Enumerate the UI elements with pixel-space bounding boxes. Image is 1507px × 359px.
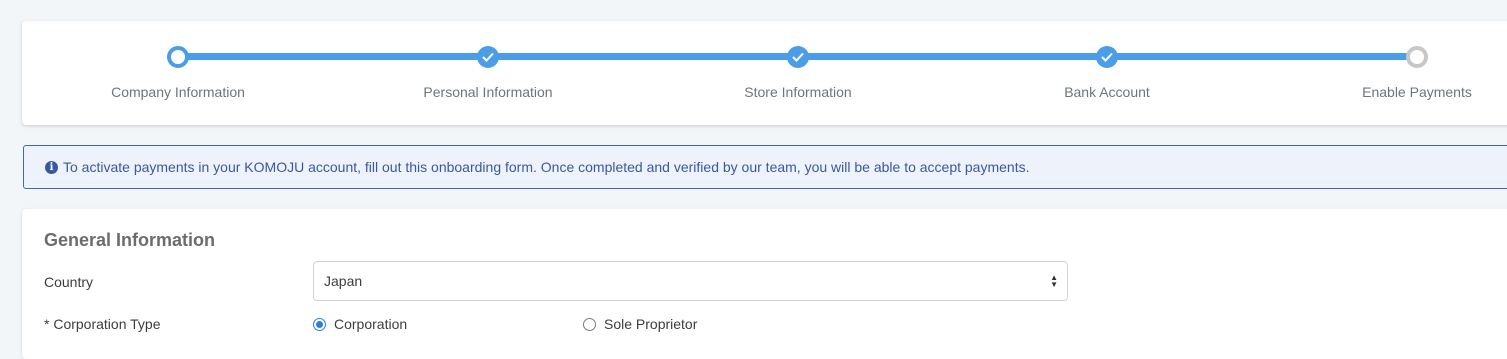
section-title: General Information xyxy=(44,230,216,250)
step-label: Enable Payments xyxy=(1362,84,1472,100)
notice-text: To activate payments in your KOMOJU acco… xyxy=(63,159,1030,175)
check-icon xyxy=(787,46,809,68)
step-label: Store Information xyxy=(744,84,852,100)
radio-sole-proprietor[interactable]: Sole Proprietor xyxy=(583,316,697,332)
country-label: Country xyxy=(44,274,94,290)
country-select-value: Japan xyxy=(324,273,363,289)
radio-label: Sole Proprietor xyxy=(604,316,698,332)
select-arrows-icon: ▲ ▼ xyxy=(1050,273,1058,289)
radio-corporation[interactable]: Corporation xyxy=(313,316,407,332)
corporation-type-label: * Corporation Type xyxy=(44,316,161,332)
country-select[interactable]: Japan ▲ ▼ xyxy=(313,261,1068,301)
step-bank-account[interactable]: Bank Account xyxy=(987,21,1227,125)
step-label: Company Information xyxy=(111,84,245,100)
onboarding-notice: i To activate payments in your KOMOJU ac… xyxy=(23,145,1507,189)
step-pending-icon xyxy=(1406,46,1428,68)
radio-label: Corporation xyxy=(334,316,408,332)
check-icon xyxy=(1096,46,1118,68)
radio-checked-icon[interactable] xyxy=(313,317,326,331)
step-store-information[interactable]: Store Information xyxy=(678,21,918,125)
general-information-form: General Information Country Japan ▲ ▼ * C… xyxy=(22,209,1507,359)
radio-unchecked-icon[interactable] xyxy=(583,317,596,331)
step-label: Personal Information xyxy=(423,84,553,100)
step-personal-information[interactable]: Personal Information xyxy=(368,21,608,125)
step-company-information[interactable]: Company Information xyxy=(58,21,298,125)
onboarding-stepper: Company Information Personal Information… xyxy=(22,21,1507,125)
step-current-icon xyxy=(167,46,189,68)
step-label: Bank Account xyxy=(1064,84,1150,100)
check-icon xyxy=(477,46,499,68)
step-enable-payments[interactable]: Enable Payments xyxy=(1297,21,1507,125)
info-icon: i xyxy=(45,160,58,174)
